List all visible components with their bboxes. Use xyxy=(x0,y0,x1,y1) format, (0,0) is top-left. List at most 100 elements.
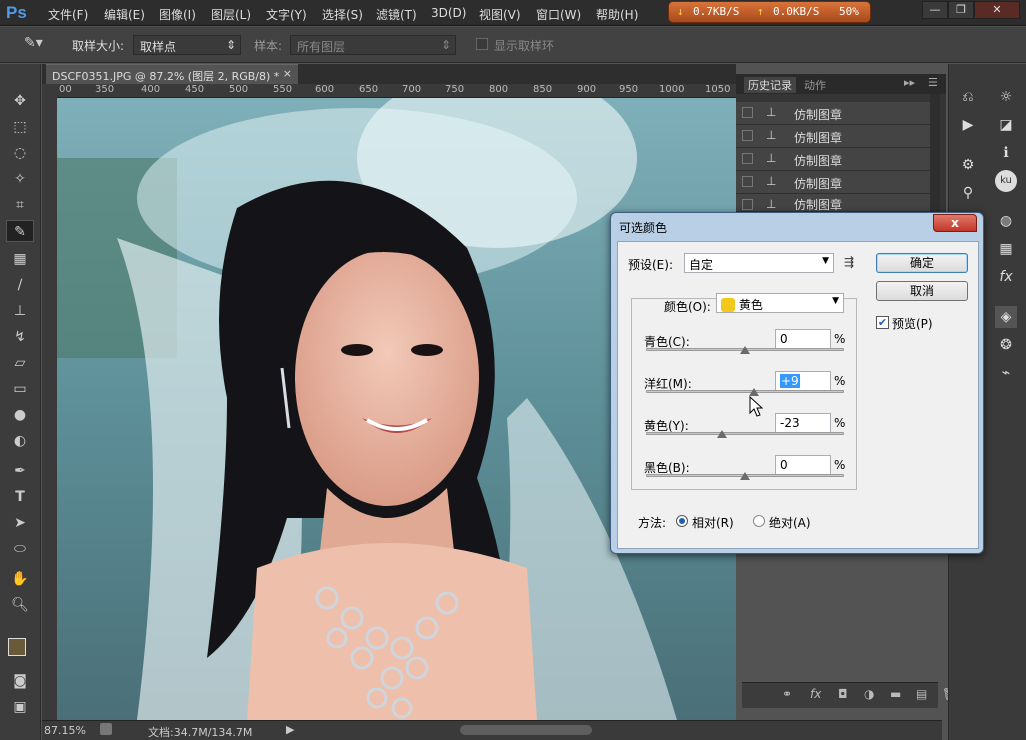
actions-panel-icon[interactable]: ▶ xyxy=(957,114,979,136)
status-info-icon[interactable] xyxy=(100,723,112,735)
slider-value-input[interactable]: +9 xyxy=(775,371,831,391)
history-item[interactable]: ⊥ 仿制图章 xyxy=(736,125,930,148)
slider-value-input[interactable]: 0 xyxy=(775,329,831,349)
menu-window[interactable]: 窗口(W) xyxy=(536,6,581,23)
slider-thumb[interactable] xyxy=(740,472,750,480)
styles-icon[interactable]: ◪ xyxy=(995,114,1017,136)
menu-file[interactable]: 文件(F) xyxy=(48,6,88,23)
absolute-radio[interactable] xyxy=(753,515,765,527)
slider-thumb[interactable] xyxy=(717,430,727,438)
relative-radio[interactable] xyxy=(676,515,688,527)
path-select-icon[interactable]: ➤ xyxy=(6,512,34,534)
foreground-color-swatch[interactable] xyxy=(8,638,26,656)
sample-size-select[interactable]: 取样点 ⇕ xyxy=(133,35,241,55)
minimize-icon[interactable]: — xyxy=(922,1,948,19)
info-icon[interactable]: ℹ xyxy=(995,142,1017,164)
history-snapshot-checkbox[interactable] xyxy=(742,130,753,141)
gradient-tool-icon[interactable]: ▭ xyxy=(6,378,34,400)
ku-icon[interactable]: ku xyxy=(995,170,1017,192)
eraser-tool-icon[interactable]: ▱ xyxy=(6,352,34,374)
crop-tool-icon[interactable]: ⌗ xyxy=(6,194,34,216)
slider-value-input[interactable]: 0 xyxy=(775,455,831,475)
history-snapshot-checkbox[interactable] xyxy=(742,199,753,210)
panel-menu-icon[interactable]: ☰ xyxy=(928,76,938,89)
menu-3d[interactable]: 3D(D) xyxy=(431,6,466,20)
new-group-icon[interactable]: ▬ xyxy=(890,687,901,701)
magic-wand-icon[interactable]: ✧ xyxy=(6,168,34,190)
slider-track[interactable] xyxy=(646,432,844,435)
history-item[interactable]: ⊥ 仿制图章 xyxy=(736,194,930,212)
fx-icon[interactable]: fx xyxy=(810,687,821,701)
cancel-button[interactable]: 取消 xyxy=(876,281,968,301)
fx-styles-icon[interactable]: fx xyxy=(995,266,1017,288)
adjustment-layer-icon[interactable]: ◑ xyxy=(864,687,874,701)
menu-layer[interactable]: 图层(L) xyxy=(211,6,251,23)
menu-edit[interactable]: 编辑(E) xyxy=(104,6,145,23)
ellipse-tool-icon[interactable]: ⬭ xyxy=(6,538,34,560)
menu-help[interactable]: 帮助(H) xyxy=(596,6,638,23)
link-layers-icon[interactable]: ⚭ xyxy=(782,687,792,701)
preset-select[interactable]: 自定 ▼ xyxy=(684,253,834,273)
show-ring-checkbox[interactable] xyxy=(476,38,488,50)
lasso-tool-icon[interactable]: ◌ xyxy=(6,142,34,164)
new-layer-icon[interactable]: ▤ xyxy=(916,687,927,701)
preview-checkbox[interactable]: ✔ xyxy=(876,316,889,329)
hand-tool-icon[interactable]: ✋ xyxy=(6,568,34,590)
history-brush-icon[interactable]: ↯ xyxy=(6,326,34,348)
screen-mode-icon[interactable]: ▣ xyxy=(6,696,34,718)
pen-tool-icon[interactable]: ✒ xyxy=(6,460,34,482)
tab-history[interactable]: 历史记录 xyxy=(744,77,796,93)
slider-thumb[interactable] xyxy=(749,388,759,396)
channels-icon[interactable]: ❂ xyxy=(995,334,1017,356)
history-item[interactable]: ⊥ 仿制图章 xyxy=(736,102,930,125)
panel-expand-icon[interactable]: ▸▸ xyxy=(904,76,915,89)
history-snapshot-checkbox[interactable] xyxy=(742,153,753,164)
paths-icon[interactable]: ⌁ xyxy=(995,362,1017,384)
colors-select[interactable]: 黄色 ▼ xyxy=(716,293,844,313)
history-snapshot-checkbox[interactable] xyxy=(742,107,753,118)
color-panel-icon[interactable]: ◍ xyxy=(995,210,1017,232)
history-item[interactable]: ⊥ 仿制图章 xyxy=(736,171,930,194)
clone-stamp-icon[interactable]: ⊥ xyxy=(6,300,34,322)
swatches-icon[interactable]: ▦ xyxy=(995,238,1017,260)
quick-mask-icon[interactable]: ◙ xyxy=(6,670,34,692)
type-tool-icon[interactable]: T xyxy=(6,486,34,508)
marquee-tool-icon[interactable]: ⬚ xyxy=(6,116,34,138)
close-window-icon[interactable]: ✕ xyxy=(974,1,1020,19)
sample-select[interactable]: 所有图层 ⇕ xyxy=(290,35,456,55)
history-item[interactable]: ⊥ 仿制图章 xyxy=(736,148,930,171)
zoom-level[interactable]: 87.15% xyxy=(44,724,86,737)
history-panel-icon[interactable]: ⎌ xyxy=(957,86,979,108)
layers-panel-icon[interactable]: ◈ xyxy=(995,306,1017,328)
dialog-close-button[interactable]: x xyxy=(933,214,977,232)
menu-select[interactable]: 选择(S) xyxy=(322,6,363,23)
horizontal-scrollbar[interactable] xyxy=(460,725,592,735)
healing-tool-icon[interactable]: ▦ xyxy=(6,248,34,270)
slider-track[interactable] xyxy=(646,390,844,393)
ok-button[interactable]: 确定 xyxy=(876,253,968,273)
menu-filter[interactable]: 滤镜(T) xyxy=(376,6,417,23)
eyedropper-icon[interactable]: ✎ xyxy=(6,220,34,242)
close-tab-icon[interactable]: × xyxy=(283,67,292,80)
move-tool-icon[interactable]: ✥ xyxy=(6,90,34,112)
add-mask-icon[interactable]: ◘ xyxy=(838,687,848,701)
status-menu-arrow-icon[interactable]: ▶ xyxy=(286,723,294,736)
dodge-tool-icon[interactable]: ◐ xyxy=(6,430,34,452)
clone-source-icon[interactable]: ⚲ xyxy=(957,182,979,204)
restore-icon[interactable]: ❐ xyxy=(948,1,974,19)
preset-options-icon[interactable]: ⇶ xyxy=(844,255,854,269)
blur-tool-icon[interactable]: ● xyxy=(6,404,34,426)
brush-tool-icon[interactable]: ∕ xyxy=(6,274,34,296)
menu-image[interactable]: 图像(I) xyxy=(159,6,196,23)
adjustments-icon[interactable]: ☼ xyxy=(995,86,1017,108)
history-snapshot-checkbox[interactable] xyxy=(742,176,753,187)
zoom-tool-icon[interactable]: 🔍︎ xyxy=(6,594,34,616)
history-scrollbar[interactable] xyxy=(930,94,940,212)
tab-actions[interactable]: 动作 xyxy=(804,77,826,93)
slider-thumb[interactable] xyxy=(740,346,750,354)
document-tab[interactable]: DSCF0351.JPG @ 87.2% (图层 2, RGB/8) * × xyxy=(46,64,298,84)
menu-type[interactable]: 文字(Y) xyxy=(266,6,307,23)
eyedropper-tool-icon[interactable]: ✎▾ xyxy=(24,35,43,51)
brush-presets-icon[interactable]: ⚙ xyxy=(957,154,979,176)
slider-value-input[interactable]: -23 xyxy=(775,413,831,433)
